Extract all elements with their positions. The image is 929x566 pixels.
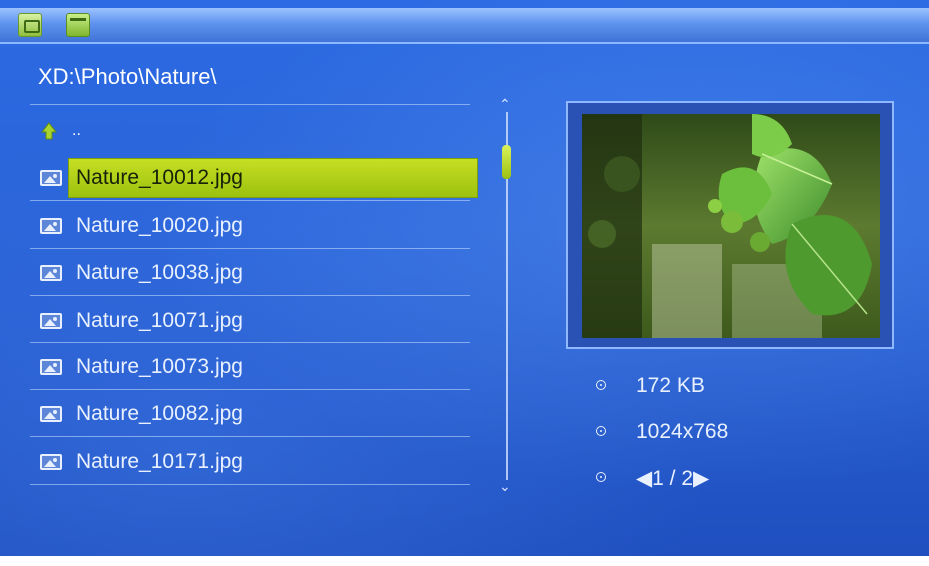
image-file-icon: [40, 265, 62, 281]
file-name: Nature_10082.jpg: [76, 402, 243, 425]
file-name: Nature_10012.jpg: [76, 166, 243, 189]
photo-preview: [582, 114, 880, 338]
photo-preview-image: [582, 114, 880, 338]
divider: [30, 484, 470, 485]
up-arrow-icon: [40, 122, 58, 140]
image-file-icon: [40, 218, 62, 234]
bullet-icon: [596, 380, 606, 390]
file-item[interactable]: Nature_10171.jpg: [38, 442, 478, 482]
file-size: 172 KB: [636, 374, 705, 397]
file-name: Nature_10038.jpg: [76, 261, 243, 284]
divider: [30, 104, 470, 105]
image-file-icon: [40, 170, 62, 186]
scrollbar-thumb[interactable]: [502, 145, 511, 179]
scroll-up-arrow-icon[interactable]: ⌃: [499, 96, 511, 113]
bottom-border: [0, 556, 929, 566]
bullet-icon: [596, 472, 606, 482]
divider: [30, 200, 470, 201]
file-name: Nature_10073.jpg: [76, 355, 243, 378]
photo-icon[interactable]: [18, 13, 42, 37]
file-item[interactable]: Nature_10082.jpg: [38, 394, 478, 434]
file-item[interactable]: Nature_10071.jpg: [38, 301, 478, 341]
divider: [30, 389, 470, 390]
file-name: Nature_10020.jpg: [76, 214, 243, 237]
file-item[interactable]: Nature_10038.jpg: [38, 253, 478, 293]
scroll-down-arrow-icon[interactable]: ⌄: [499, 478, 511, 495]
file-item[interactable]: Nature_10020.jpg: [38, 206, 478, 246]
top-toolbar: [0, 8, 929, 44]
file-name: Nature_10171.jpg: [76, 450, 243, 473]
folder-icon[interactable]: [66, 13, 90, 37]
image-file-icon: [40, 406, 62, 422]
image-resolution: 1024x768: [636, 420, 729, 443]
file-item[interactable]: Nature_10073.jpg: [38, 347, 478, 387]
file-item-selected[interactable]: Nature_10012.jpg: [38, 158, 478, 198]
divider: [30, 248, 470, 249]
parent-folder-label: ..: [72, 122, 81, 139]
image-file-icon: [40, 359, 62, 375]
bullet-icon: [596, 426, 606, 436]
photo-browser-screen: XD:\Photo\Nature\ .. Nature_10012.jpg Na…: [0, 0, 929, 566]
current-path: XD:\Photo\Nature\: [38, 64, 217, 89]
preview-panel: [566, 101, 894, 349]
divider: [30, 342, 470, 343]
image-file-icon: [40, 313, 62, 329]
file-name: Nature_10071.jpg: [76, 309, 243, 332]
page-indicator[interactable]: ◀1 / 2▶: [636, 466, 709, 491]
divider: [30, 295, 470, 296]
image-file-icon: [40, 454, 62, 470]
divider: [30, 436, 470, 437]
